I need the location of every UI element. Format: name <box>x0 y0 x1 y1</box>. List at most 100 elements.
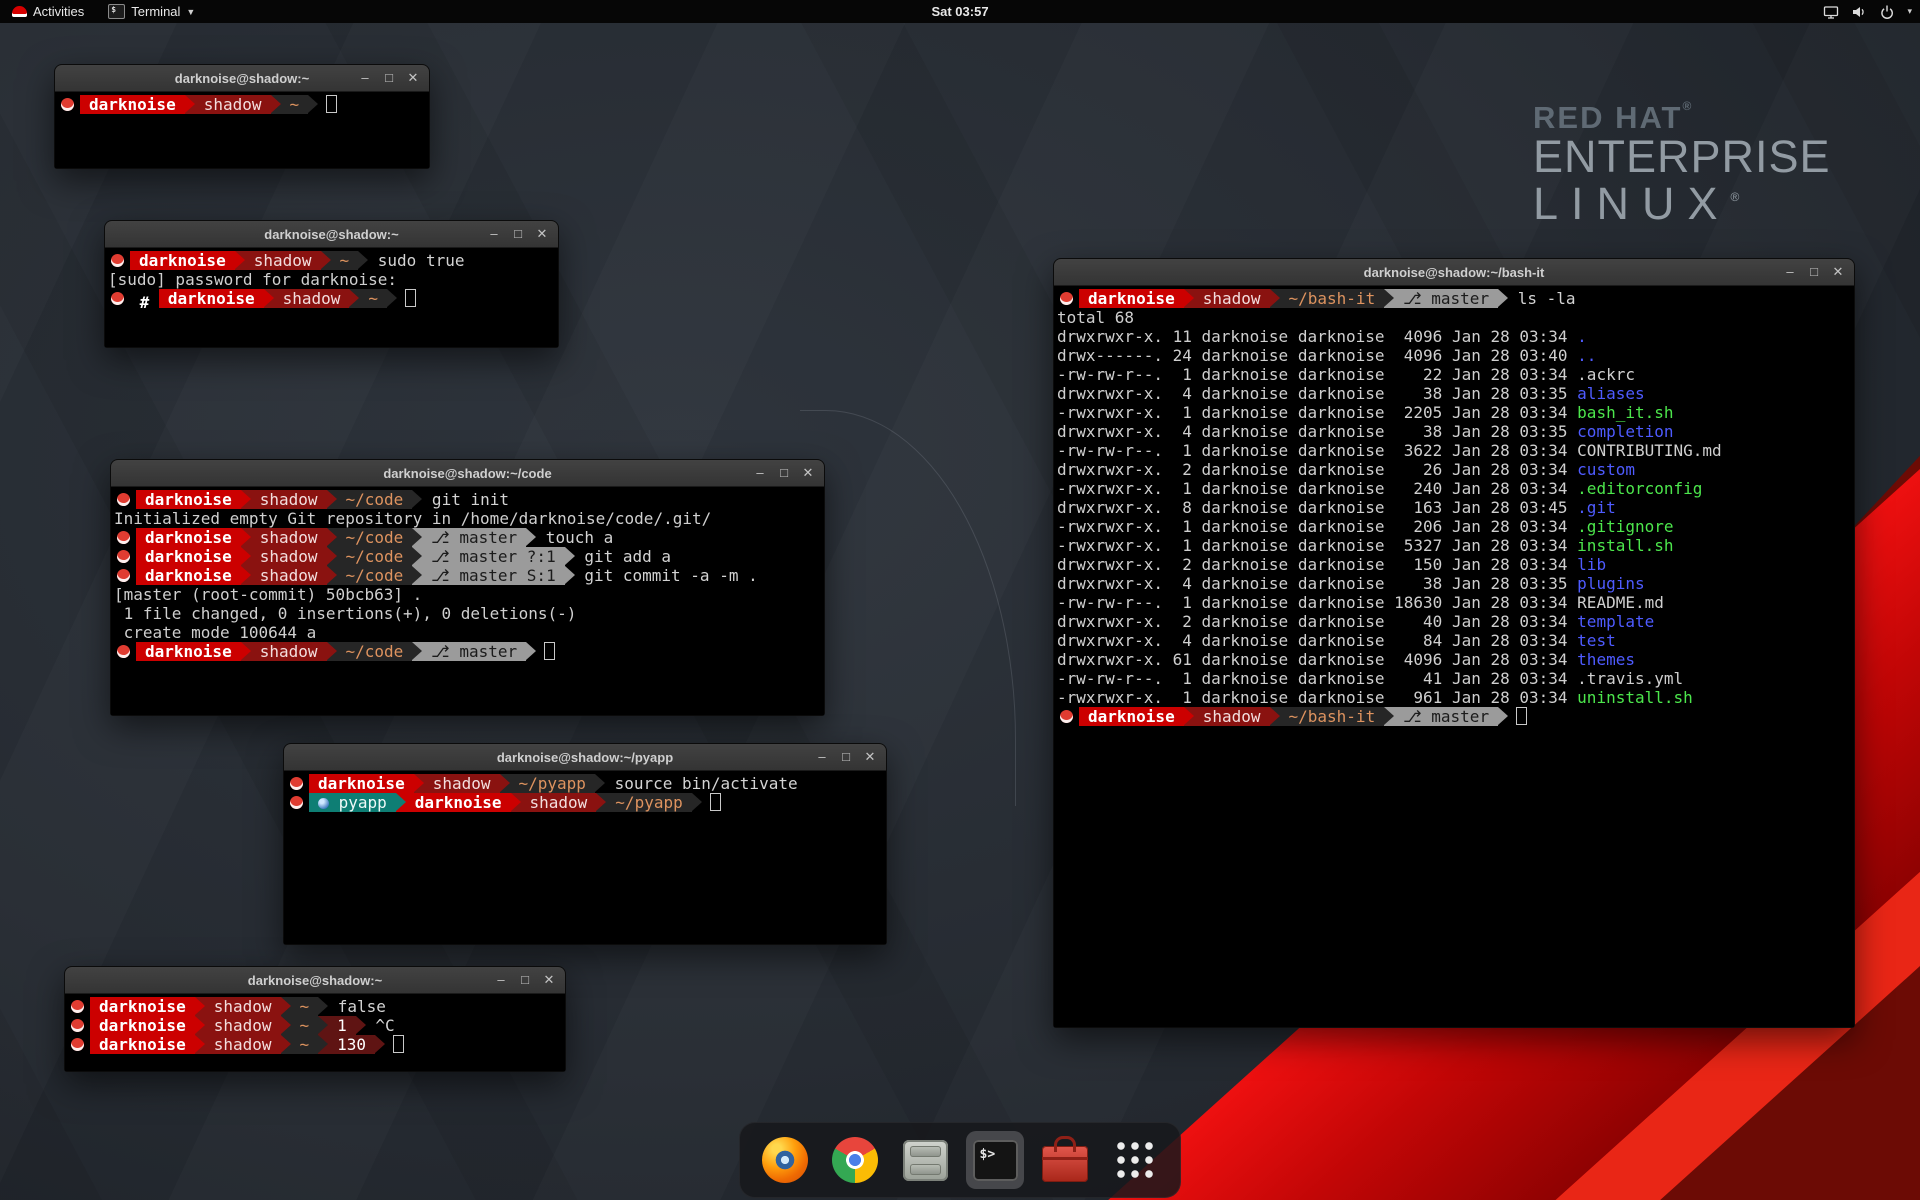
terminal-icon <box>108 4 125 19</box>
file-name: .. <box>1577 346 1596 365</box>
terminal-content[interactable]: darknoiseshadow~/pyapp source bin/activa… <box>284 771 886 944</box>
file-name: custom <box>1577 460 1635 479</box>
minimize-button[interactable]: – <box>1783 259 1797 285</box>
powerline-arrow <box>327 566 337 585</box>
output-text: -rwxrwxr-x. 1 darknoise darknoise 5327 J… <box>1057 536 1577 555</box>
terminal-content[interactable]: darknoiseshadow~ sudo true[sudo] passwor… <box>105 248 558 347</box>
terminal-line: -rwxrwxr-x. 1 darknoise darknoise 5327 J… <box>1057 536 1854 555</box>
terminal-line: [sudo] password for darknoise: <box>108 270 558 289</box>
window-titlebar[interactable]: darknoise@shadow:~/code–□✕ <box>111 460 824 487</box>
prompt-segment-user: darknoise <box>1079 707 1184 726</box>
maximize-button[interactable]: □ <box>839 744 853 770</box>
terminal-content[interactable]: darknoiseshadow~ <box>55 92 429 168</box>
dock-files[interactable] <box>896 1131 954 1189</box>
prompt-segment-host: shadow <box>521 793 597 812</box>
minimize-button[interactable]: – <box>358 65 372 91</box>
window-buttons: –□ ✕ <box>358 65 420 91</box>
command-text: ls -la <box>1508 289 1575 308</box>
clock[interactable]: Sat 03:57 <box>931 4 988 19</box>
terminal-line: drwxrwxr-x. 11 darknoise darknoise 4096 … <box>1057 327 1854 346</box>
powerline-arrow <box>318 1035 328 1054</box>
terminal-content[interactable]: darknoiseshadow~ falsedarknoiseshadow~1 … <box>65 994 565 1071</box>
window-titlebar[interactable]: darknoise@shadow:~–□✕ <box>105 221 558 248</box>
prompt-segment-venv: pyapp <box>309 793 396 812</box>
command-text: touch a <box>536 528 613 547</box>
terminal-content[interactable]: darknoiseshadow~/bash-it⎇ master ls -lat… <box>1054 286 1854 1027</box>
dock-terminal[interactable] <box>966 1131 1024 1189</box>
terminal-content[interactable]: darknoiseshadow~/code git initInitialize… <box>111 487 824 715</box>
powerline-arrow <box>1270 707 1280 726</box>
minimize-button[interactable]: – <box>494 967 508 993</box>
window-title: darknoise@shadow:~ <box>175 71 309 86</box>
system-status-area[interactable]: ▾ <box>1823 0 1912 23</box>
prompt-segment-user: darknoise <box>136 528 241 547</box>
powerline-arrow <box>264 289 274 308</box>
prompt-segment-host: shadow <box>195 95 271 114</box>
dock-firefox[interactable] <box>756 1131 814 1189</box>
root-indicator: # <box>130 293 159 312</box>
maximize-button[interactable]: □ <box>511 221 525 247</box>
powerline-arrow <box>235 251 245 270</box>
terminal-line: darknoiseshadow~/bash-it⎇ master ls -la <box>1057 289 1854 308</box>
file-name: CONTRIBUTING.md <box>1577 441 1722 460</box>
terminal-line: darknoiseshadow~ <box>58 95 429 114</box>
powerline-arrow <box>271 95 281 114</box>
close-button[interactable]: ✕ <box>863 744 877 770</box>
powerline-arrow <box>195 1035 205 1054</box>
maximize-button[interactable]: □ <box>1807 259 1821 285</box>
activities-button[interactable]: Activities <box>0 0 96 23</box>
window-titlebar[interactable]: darknoise@shadow:~ –□ ✕ <box>55 65 429 92</box>
output-text: drwxrwxr-x. 61 darknoise darknoise 4096 … <box>1057 650 1577 669</box>
chrome-icon <box>832 1137 878 1183</box>
dock-show-applications[interactable] <box>1106 1131 1164 1189</box>
file-name: README.md <box>1577 593 1664 612</box>
close-button[interactable]: ✕ <box>542 967 556 993</box>
close-button[interactable]: ✕ <box>801 460 815 486</box>
prompt-segment-host: shadow <box>424 774 500 793</box>
terminal-line: -rw-rw-r--. 1 darknoise darknoise 3622 J… <box>1057 441 1854 460</box>
powerline-arrow <box>412 490 422 509</box>
powerline-arrow <box>692 793 702 812</box>
terminal-cursor <box>710 793 721 811</box>
python-icon <box>318 798 329 809</box>
redhat-prompt-icon <box>61 98 74 111</box>
minimize-button[interactable]: – <box>487 221 501 247</box>
close-button[interactable]: ✕ <box>406 65 420 91</box>
maximize-button[interactable]: □ <box>777 460 791 486</box>
redhat-icon <box>12 6 27 17</box>
terminal-line: darknoiseshadow~/bash-it⎇ master <box>1057 707 1854 726</box>
minimize-button[interactable]: – <box>753 460 767 486</box>
terminal-line: # darknoiseshadow~ <box>108 289 558 308</box>
prompt-segment-path: ~/code <box>337 566 413 585</box>
minimize-button[interactable]: – <box>815 744 829 770</box>
appgrid-icon <box>1114 1139 1156 1181</box>
powerline-arrow <box>327 547 337 566</box>
maximize-button[interactable]: □ <box>382 65 396 91</box>
app-menu-terminal[interactable]: Terminal ▼ <box>96 0 207 23</box>
prompt-segment-user: darknoise <box>136 490 241 509</box>
volume-icon <box>1851 4 1867 20</box>
output-text: -rw-rw-r--. 1 darknoise darknoise 22 Jan… <box>1057 365 1577 384</box>
prompt-segment-git: ⎇ master <box>1394 289 1498 308</box>
output-text: Initialized empty Git repository in /hom… <box>114 509 711 528</box>
dock-toolbox[interactable] <box>1036 1131 1094 1189</box>
prompt-segment-path: ~ <box>281 95 309 114</box>
file-name: lib <box>1577 555 1606 574</box>
output-text: drwxrwxr-x. 4 darknoise darknoise 84 Jan… <box>1057 631 1577 650</box>
toolbox-icon <box>1042 1146 1088 1182</box>
terminal-line: darknoiseshadow~/code git init <box>114 490 824 509</box>
close-button[interactable]: ✕ <box>535 221 549 247</box>
close-button[interactable]: ✕ <box>1831 259 1845 285</box>
window-titlebar[interactable]: darknoise@shadow:~–□✕ <box>65 967 565 994</box>
powerline-arrow <box>412 547 422 566</box>
powerline-arrow <box>565 566 575 585</box>
prompt-segment-path: ~ <box>331 251 359 270</box>
terminal-line: pyappdarknoiseshadow~/pyapp <box>287 793 886 812</box>
powerline-arrow <box>565 547 575 566</box>
window-titlebar[interactable]: darknoise@shadow:~/bash-it–□✕ <box>1054 259 1854 286</box>
dock-chrome[interactable] <box>826 1131 884 1189</box>
window-titlebar[interactable]: darknoise@shadow:~/pyapp–□✕ <box>284 744 886 771</box>
maximize-button[interactable]: □ <box>518 967 532 993</box>
output-text: drwxrwxr-x. 8 darknoise darknoise 163 Ja… <box>1057 498 1577 517</box>
command-text: git init <box>422 490 509 509</box>
